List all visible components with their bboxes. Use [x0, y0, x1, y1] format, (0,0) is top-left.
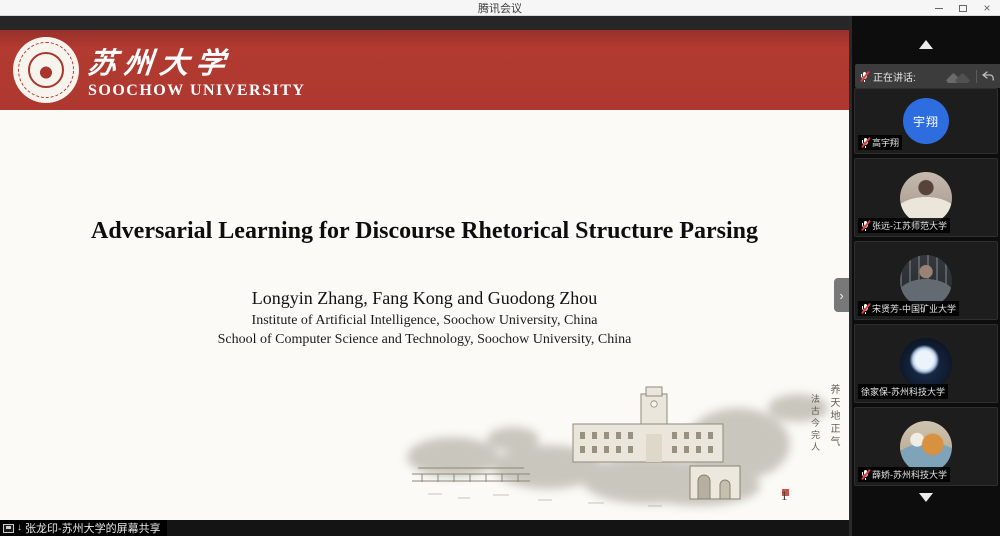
participant-avatar [900, 338, 952, 390]
campus-sketch-graphic [398, 382, 845, 514]
now-speaking-bar: 正在讲话: [855, 64, 1000, 88]
minimize-button[interactable] [932, 1, 946, 15]
now-speaking-label: 正在讲话: [873, 69, 916, 84]
university-motto-calligraphy: 法古今完人 养天地正气 [808, 384, 841, 454]
participant-name: 高宇翔 [872, 136, 899, 149]
participant-avatar: 宇翔 [903, 98, 949, 144]
minimize-icon [935, 8, 943, 9]
participant-tile[interactable]: 徐家保-苏州科技大学 [854, 324, 998, 403]
participant-name-chip: 张远-江苏师范大学 [858, 218, 950, 233]
slide-page-number: 1 [781, 488, 788, 504]
participant-tile[interactable]: 张远-江苏师范大学 [854, 158, 998, 237]
participant-tile[interactable]: 宇翔 高宇翔 [854, 88, 998, 154]
mic-muted-icon [861, 303, 870, 314]
mic-muted-icon [860, 71, 869, 82]
window-controls: × [932, 0, 996, 16]
audio-down-arrow-icon: ↓ [17, 523, 22, 533]
participant-avatar [900, 421, 952, 473]
window-title: 腾讯会议 [478, 0, 522, 16]
mic-muted-icon [861, 220, 870, 231]
reply-arrow-icon[interactable] [981, 70, 995, 82]
participant-name: 张远-江苏师范大学 [872, 219, 947, 232]
participant-name-chip: 薛娇-苏州科技大学 [858, 467, 950, 482]
scroll-down-arrow[interactable] [919, 493, 933, 502]
motto-line-1: 养天地正气 [826, 384, 841, 454]
maximize-icon [959, 5, 967, 12]
mic-muted-icon [861, 137, 870, 148]
university-name-english: SOOCHOW UNIVERSITY [88, 82, 305, 100]
slide-title: Adversarial Learning for Discourse Rheto… [0, 218, 849, 245]
slide-authors: Longyin Zhang, Fang Kong and Guodong Zho… [0, 288, 849, 309]
close-button[interactable]: × [980, 1, 994, 15]
campus-ink-painting: 法古今完人 养天地正气 [398, 382, 845, 514]
participant-tile[interactable]: 薛娇-苏州科技大学 [854, 407, 998, 486]
window-titlebar: 腾讯会议 × [0, 0, 1000, 16]
participant-avatar [900, 255, 952, 307]
maximize-button[interactable] [956, 1, 970, 15]
screen-share-stage: 苏州大学 SOOCHOW UNIVERSITY Adversarial Lear… [0, 16, 849, 536]
participants-panel: 正在讲话: 宇翔 高宇翔 张远-江苏师范大学 [849, 16, 1000, 536]
soochow-university-seal-logo [13, 37, 79, 103]
close-icon: × [983, 2, 990, 14]
slide-affiliation-2: School of Computer Science and Technolog… [0, 332, 849, 348]
participant-name-chip: 高宇翔 [858, 135, 902, 150]
slide-affiliation-1: Institute of Artificial Intelligence, So… [0, 313, 849, 329]
meeting-logo-icon [946, 70, 972, 83]
participant-name-chip: 宋贤芳-中国矿业大学 [858, 301, 959, 316]
divider [976, 70, 977, 83]
participant-name: 徐家保-苏州科技大学 [861, 385, 945, 398]
panel-collapse-handle[interactable]: › [834, 278, 849, 312]
mic-muted-icon [861, 469, 870, 480]
screen-share-status-bar: ↓ 张龙印-苏州大学的屏幕共享 [0, 520, 849, 536]
participant-name: 宋贤芳-中国矿业大学 [872, 302, 956, 315]
university-name-chinese: 苏州大学 [86, 40, 234, 82]
university-banner: 苏州大学 SOOCHOW UNIVERSITY [0, 30, 849, 110]
participant-avatar [900, 172, 952, 224]
screen-share-icon [3, 524, 14, 533]
participant-name: 薛娇-苏州科技大学 [872, 468, 947, 481]
chevron-right-icon: › [839, 289, 843, 302]
screen-share-label: 张龙印-苏州大学的屏幕共享 [25, 520, 161, 536]
motto-line-2: 法古今完人 [808, 394, 821, 454]
participant-list: 宇翔 高宇翔 张远-江苏师范大学 宋贤芳-中国矿业大学 徐 [854, 88, 998, 486]
scroll-up-arrow[interactable] [919, 40, 933, 49]
participant-name-chip: 徐家保-苏州科技大学 [858, 384, 948, 399]
presentation-slide: 苏州大学 SOOCHOW UNIVERSITY Adversarial Lear… [0, 30, 849, 520]
participant-tile[interactable]: 宋贤芳-中国矿业大学 [854, 241, 998, 320]
tencent-meeting-window: 腾讯会议 × 苏州大学 SOOCHOW UNIVERSITY Adversari… [0, 0, 1000, 536]
screen-share-status-chip: ↓ 张龙印-苏州大学的屏幕共享 [0, 520, 167, 536]
